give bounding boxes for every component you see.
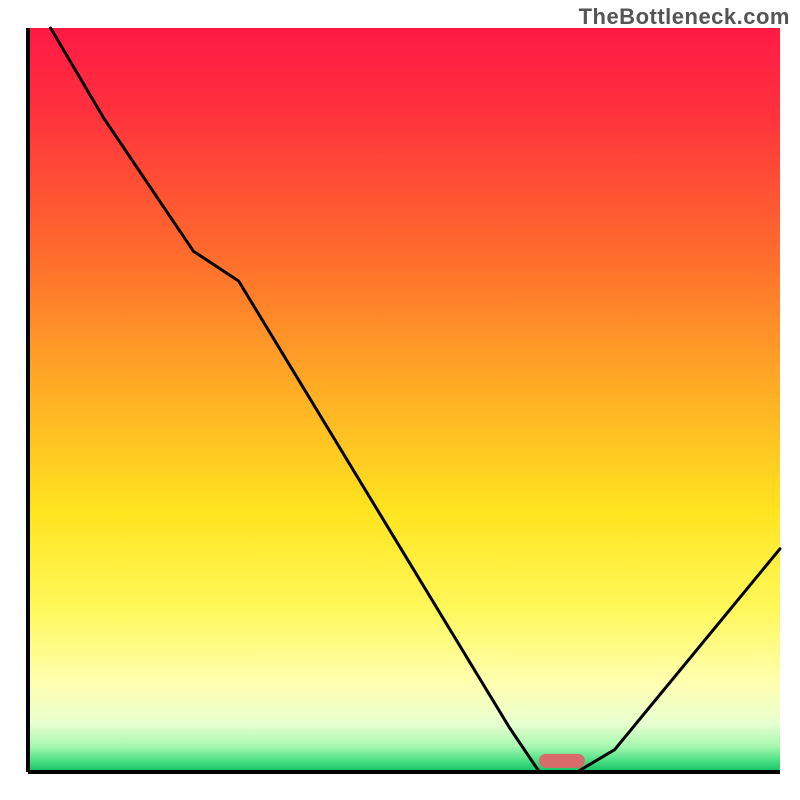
bottleneck-chart (0, 0, 800, 800)
gradient-background (28, 28, 780, 772)
optimal-marker (539, 754, 585, 768)
chart-container: TheBottleneck.com (0, 0, 800, 800)
